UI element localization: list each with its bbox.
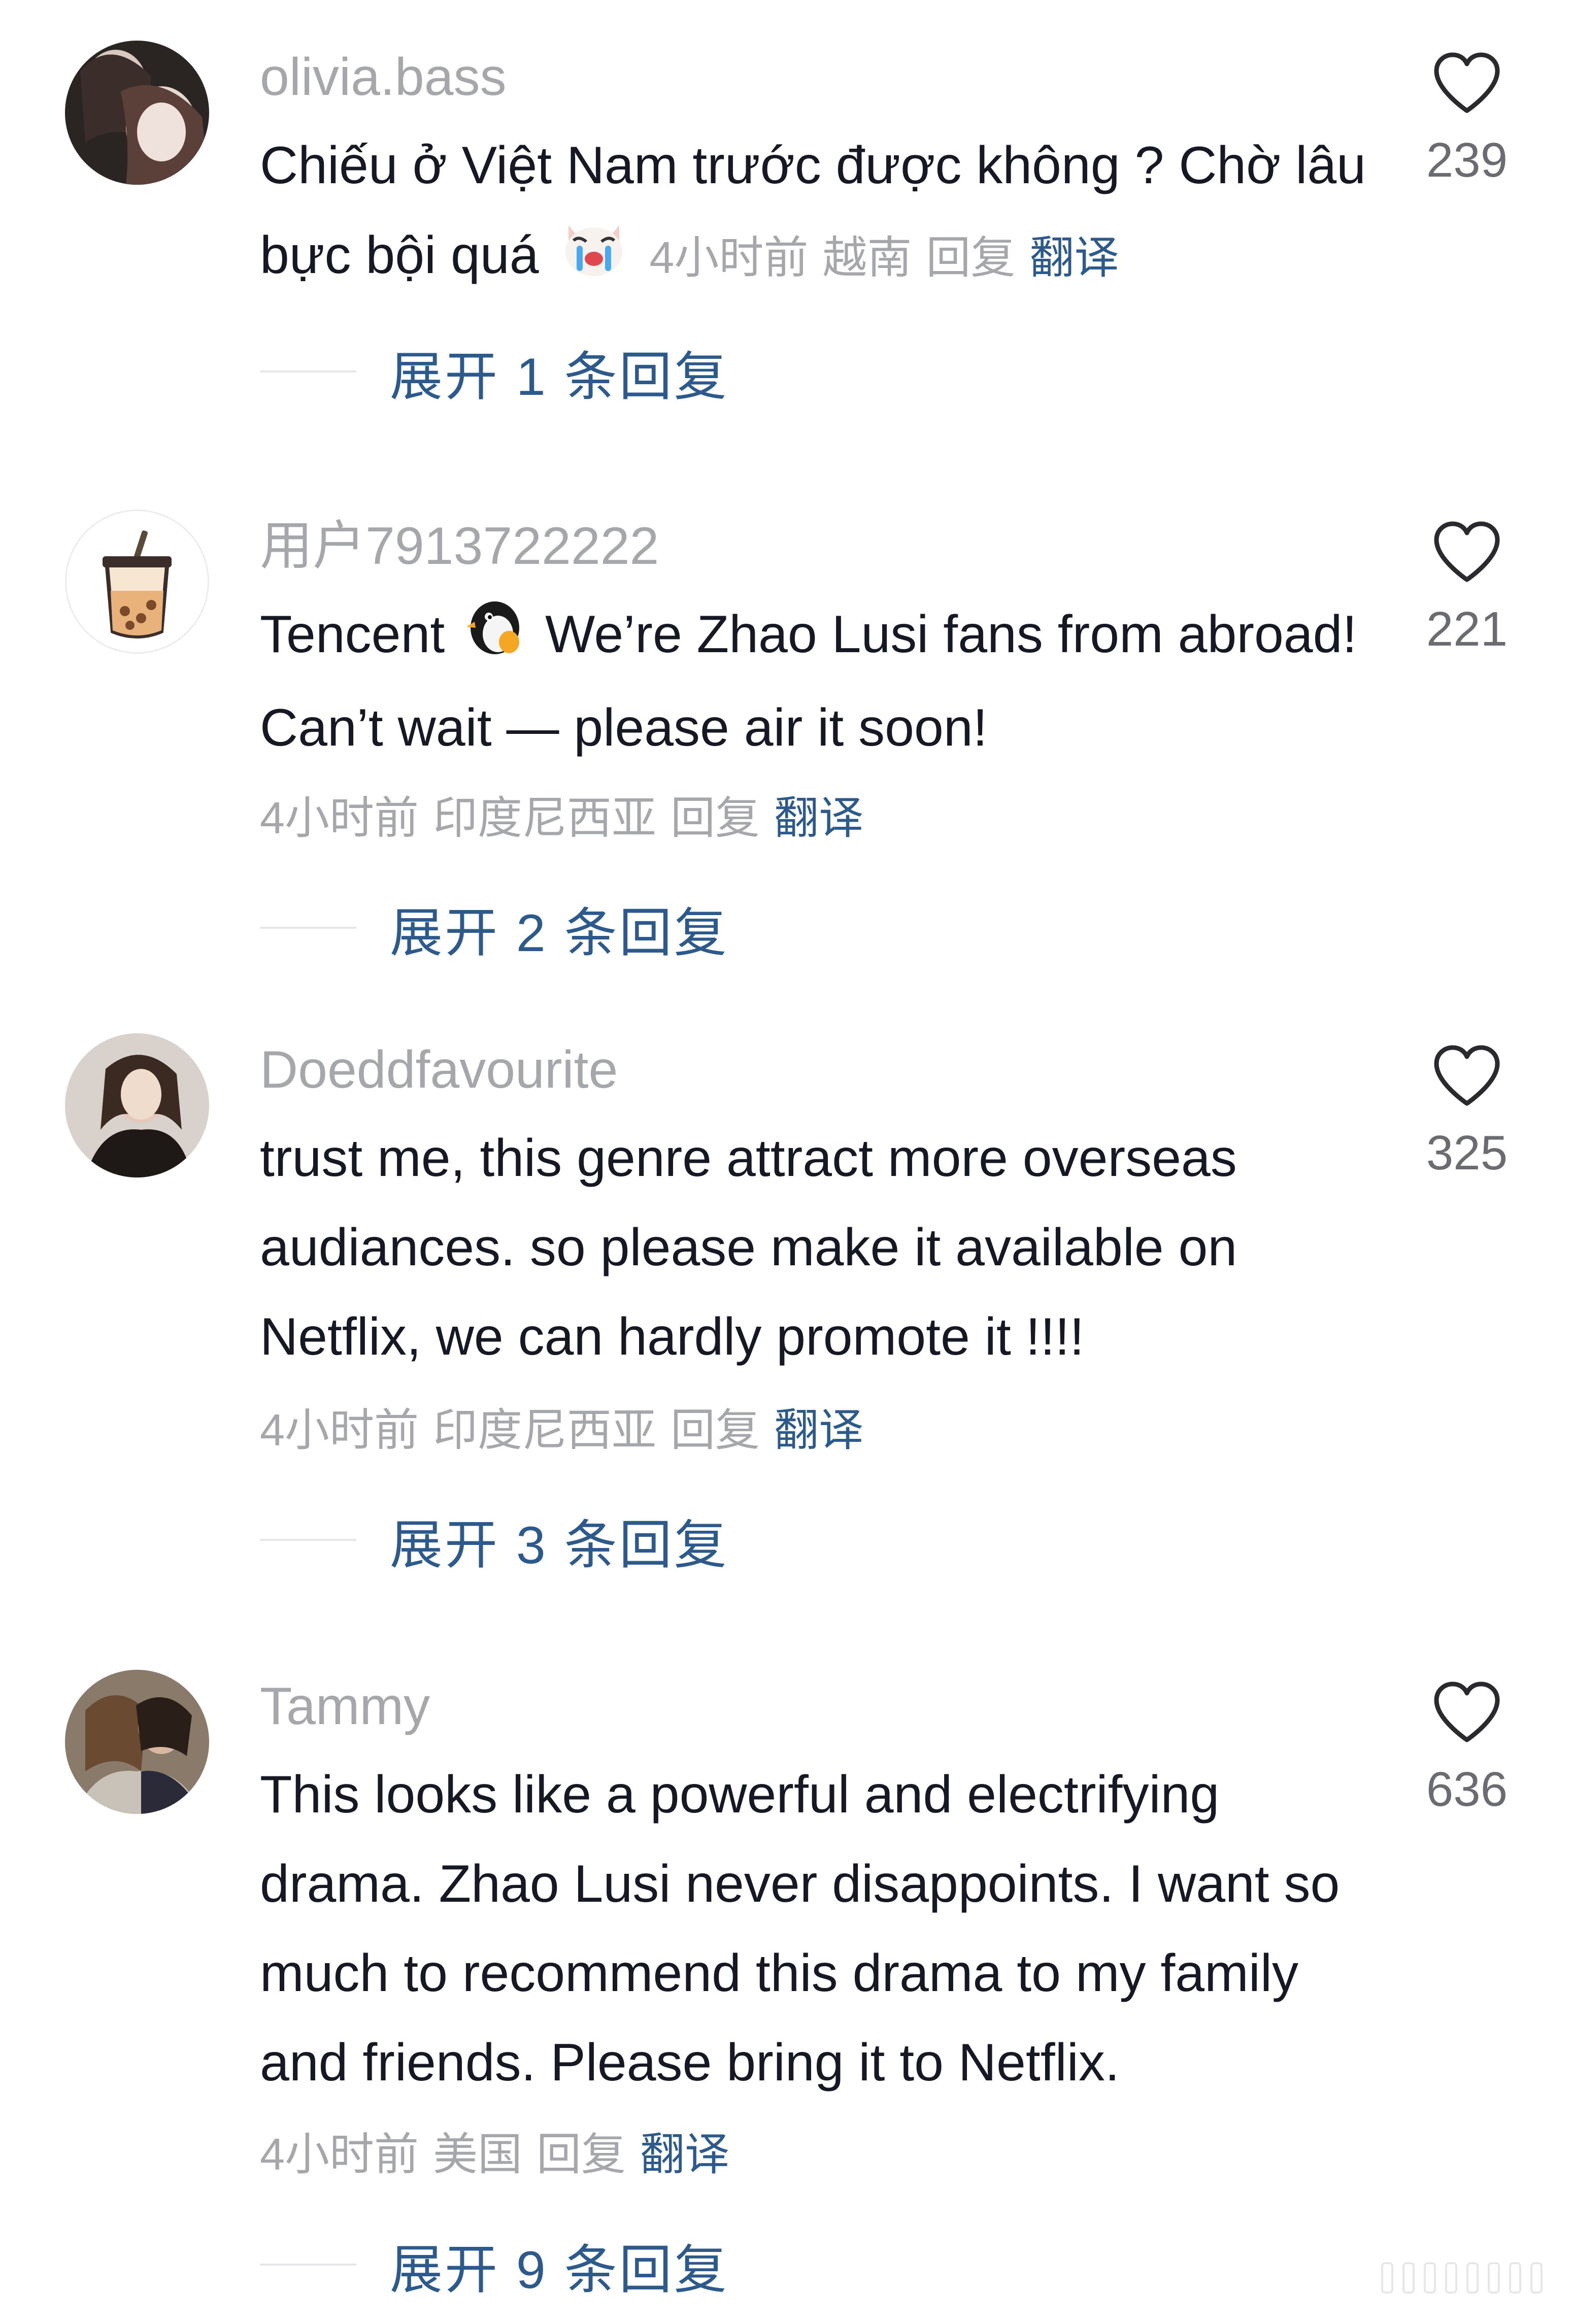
username[interactable]: olivia.bass bbox=[260, 47, 507, 108]
comment-time: 4小时前 bbox=[260, 1405, 419, 1455]
comment-text: trust me, this genre attract more overse… bbox=[260, 1114, 1397, 1382]
reply-button[interactable]: 回复 bbox=[671, 793, 760, 843]
like-button[interactable]: 239 bbox=[1406, 51, 1528, 186]
comment-location: 印度尼西亚 bbox=[432, 793, 656, 843]
comment-body: This looks like a powerful and electrify… bbox=[260, 1765, 1340, 2092]
expand-replies-label: 展开 1 条回复 bbox=[390, 347, 729, 407]
expand-replies-button[interactable]: 展开 9 条回复 bbox=[260, 2229, 729, 2300]
comment-location: 美国 bbox=[432, 2129, 522, 2179]
avatar[interactable] bbox=[65, 41, 209, 185]
watermark bbox=[1381, 2262, 1543, 2294]
avatar[interactable] bbox=[65, 510, 209, 654]
comment-meta: 4小时前 印度尼西亚 回复 翻译 bbox=[260, 788, 863, 849]
like-button[interactable]: 221 bbox=[1406, 520, 1528, 655]
like-count: 636 bbox=[1426, 1762, 1508, 1816]
divider bbox=[260, 927, 356, 929]
expand-replies-label: 展开 2 条回复 bbox=[390, 903, 729, 963]
translate-button[interactable]: 翻译 bbox=[1029, 232, 1119, 283]
comment-meta: 4小时前 美国 回复 翻译 bbox=[260, 2129, 729, 2179]
translate-button[interactable]: 翻译 bbox=[774, 1405, 863, 1455]
heart-outline-icon bbox=[1434, 1045, 1500, 1106]
reply-button[interactable]: 回复 bbox=[671, 1405, 760, 1455]
penguin-emoji bbox=[464, 594, 525, 683]
expand-replies-label: 展开 3 条回复 bbox=[390, 1515, 729, 1575]
username[interactable]: Doeddfavourite bbox=[260, 1039, 618, 1100]
expand-replies-button[interactable]: 展开 2 条回复 bbox=[260, 892, 729, 963]
comment-location: 越南 bbox=[822, 232, 912, 283]
like-count: 239 bbox=[1426, 133, 1508, 187]
expand-replies-button[interactable]: 展开 1 条回复 bbox=[260, 336, 729, 407]
expand-replies-button[interactable]: 展开 3 条回复 bbox=[260, 1504, 729, 1575]
username[interactable]: Tammy bbox=[260, 1676, 430, 1737]
divider bbox=[260, 1539, 356, 1541]
comment-time: 4小时前 bbox=[649, 232, 809, 283]
comment-body: trust me, this genre attract more overse… bbox=[260, 1129, 1237, 1366]
comment-time: 4小时前 bbox=[260, 793, 419, 843]
like-button[interactable]: 325 bbox=[1406, 1043, 1528, 1178]
divider bbox=[260, 2264, 356, 2266]
reply-button[interactable]: 回复 bbox=[537, 2129, 626, 2179]
username[interactable]: 用户7913722222 bbox=[260, 516, 659, 577]
crying-dog-emoji bbox=[558, 210, 629, 308]
translate-button[interactable]: 翻译 bbox=[774, 793, 863, 843]
comment-location: 印度尼西亚 bbox=[432, 1405, 656, 1455]
avatar[interactable] bbox=[65, 1670, 209, 1814]
comment-text: This looks like a powerful and electrify… bbox=[260, 1750, 1397, 2199]
comment-meta: 4小时前 越南 回复 翻译 bbox=[649, 232, 1119, 283]
heart-outline-icon bbox=[1434, 52, 1500, 113]
divider bbox=[260, 371, 356, 373]
like-count: 325 bbox=[1426, 1126, 1508, 1180]
comment-meta: 4小时前 印度尼西亚 回复 翻译 bbox=[260, 1400, 863, 1461]
comment-prefix: Tencent bbox=[260, 605, 445, 664]
bubble-tea-icon bbox=[103, 530, 172, 638]
translate-button[interactable]: 翻译 bbox=[640, 2129, 729, 2179]
avatar[interactable] bbox=[65, 1033, 209, 1177]
reply-button[interactable]: 回复 bbox=[926, 232, 1015, 283]
comment-time: 4小时前 bbox=[260, 2129, 419, 2179]
like-button[interactable]: 636 bbox=[1406, 1680, 1528, 1815]
comment-text: Tencent We’re Zhao Lusi fans from abroad… bbox=[260, 590, 1397, 772]
heart-outline-icon bbox=[1434, 521, 1500, 582]
like-count: 221 bbox=[1426, 602, 1508, 656]
heart-outline-icon bbox=[1434, 1681, 1500, 1742]
expand-replies-label: 展开 9 条回复 bbox=[390, 2240, 729, 2300]
comment-text: Chiếu ở Việt Nam trước được không ? Chờ … bbox=[260, 121, 1397, 308]
